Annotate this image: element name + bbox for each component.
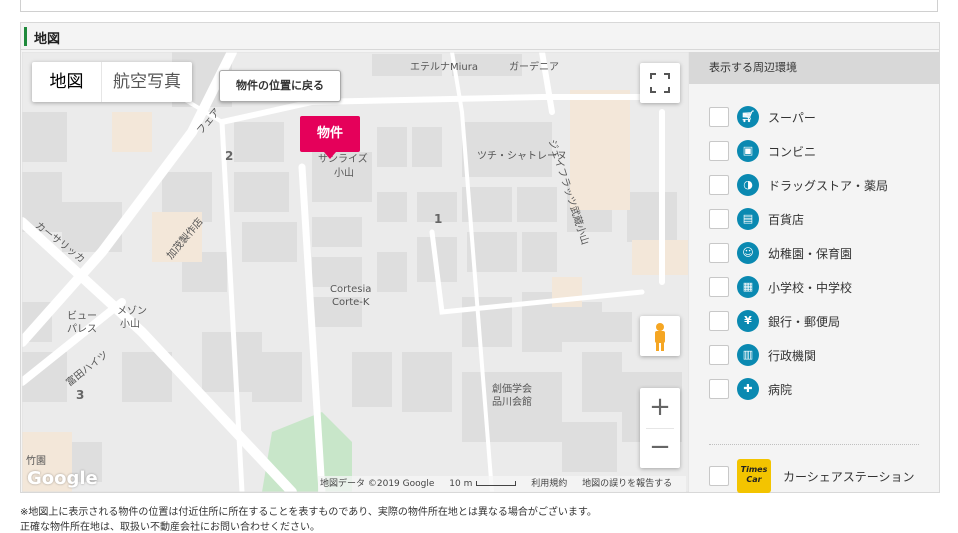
poi-option-convenience[interactable]: ▣ コンビニ [709, 139, 816, 163]
poi-label-kindergarten: 幼稚園・保育園 [768, 246, 853, 261]
street-view-button[interactable] [640, 316, 680, 356]
map-block-number-3: 3 [76, 388, 85, 402]
convenience-icon: ▣ [737, 140, 759, 162]
poi-checkbox-supermarket[interactable] [709, 107, 729, 127]
section-title: 地図 [34, 32, 61, 47]
poi-sidebar-header: 表示する周辺環境 [689, 52, 939, 84]
zoom-out-button[interactable]: − [640, 428, 680, 468]
map-attribution: 地図データ ©2019 Google 10 m 利用規約 地図の誤りを報告する [318, 476, 687, 492]
poi-option-government[interactable]: ▥ 行政機関 [709, 343, 816, 367]
map-section: 地図 エテルナMiura ガーデニア サンライズ 小山 ツチ・シャトレーヌ ジェ… [20, 22, 940, 493]
poi-checkbox-department-store[interactable] [709, 209, 729, 229]
poi-checkbox-government[interactable] [709, 345, 729, 365]
poi-label-carshare: カーシェアステーション [783, 469, 915, 484]
poi-checkbox-drugstore[interactable] [709, 175, 729, 195]
cart-icon: 🛒︎ [737, 106, 759, 128]
property-pin[interactable]: 物件 [300, 116, 360, 159]
map-canvas[interactable]: エテルナMiura ガーデニア サンライズ 小山 ツチ・シャトレーヌ ジェイフラ… [22, 52, 689, 492]
section-header: 地図 [21, 23, 939, 50]
poi-checkbox-hospital[interactable] [709, 379, 729, 399]
map-data-credit: 地図データ ©2019 Google [320, 479, 435, 489]
map-label-eterna: エテルナMiura [410, 62, 478, 73]
map-label-palace: パレス [67, 324, 97, 335]
map-type-satellite-button[interactable]: 航空写真 [102, 62, 192, 102]
government-icon: ▥ [737, 344, 759, 366]
poi-option-school[interactable]: ▦ 小学校・中学校 [709, 275, 852, 299]
terms-link[interactable]: 利用規約 [531, 479, 567, 489]
map-block-number-1: 1 [434, 212, 443, 226]
poi-checkbox-bank[interactable] [709, 311, 729, 331]
kindergarten-icon: ☺ [737, 242, 759, 264]
times-car-logo: Times Car [737, 459, 771, 493]
poi-option-carshare[interactable]: Times Car カーシェアステーション [709, 459, 915, 493]
poi-label-convenience: コンビニ [768, 144, 817, 159]
school-icon: ▦ [737, 276, 759, 298]
map-disclaimer-line-1: ※地図上に表示される物件の位置は付近住所に所在することを表すものであり、実際の物… [20, 507, 597, 518]
poi-sidebar: 表示する周辺環境 🛒︎ スーパー ▣ コンビニ ◑ ドラッグストア・薬局 ▤ 百… [689, 52, 939, 493]
map-label-takehara: 竹園 [26, 456, 46, 467]
pill-icon: ◑ [737, 174, 759, 196]
poi-label-school: 小学校・中学校 [768, 280, 853, 295]
map-block-number-2: 2 [225, 149, 234, 163]
poi-option-bank[interactable]: ¥ 銀行・郵便局 [709, 309, 840, 333]
poi-option-kindergarten[interactable]: ☺ 幼稚園・保育園 [709, 241, 852, 265]
bank-icon: ¥ [737, 310, 759, 332]
map-label-gardenia: ガーデニア [509, 62, 559, 73]
map-scale-bar [476, 481, 517, 486]
fullscreen-icon [650, 73, 670, 93]
map-disclaimer-line-2: 正確な物件所在地は、取扱い不動産会社にお問い合わせください。 [20, 522, 320, 533]
department-store-icon: ▤ [737, 208, 759, 230]
poi-option-supermarket[interactable]: 🛒︎ スーパー [709, 105, 816, 129]
map-type-map-button[interactable]: 地図 [32, 62, 102, 102]
zoom-divider [646, 428, 674, 429]
poi-label-government: 行政機関 [768, 348, 817, 363]
top-panel-edge [20, 0, 938, 12]
google-logo: Google [27, 468, 98, 489]
poi-label-supermarket: スーパー [768, 110, 816, 125]
back-to-property-button[interactable]: 物件の位置に戻る [219, 70, 341, 102]
map-scale-label: 10 m [449, 479, 473, 489]
poi-checkbox-school[interactable] [709, 277, 729, 297]
map-label-soka2: 品川会館 [492, 397, 532, 408]
poi-option-department-store[interactable]: ▤ 百貨店 [709, 207, 804, 231]
poi-checkbox-carshare[interactable] [709, 466, 729, 486]
map-label-meson-koyama: 小山 [120, 319, 140, 330]
poi-option-drugstore[interactable]: ◑ ドラッグストア・薬局 [709, 173, 888, 197]
map-scale: 10 m [449, 479, 517, 489]
section-accent-bar [24, 27, 27, 46]
map-label-cortek: Corte-K [332, 297, 370, 308]
map-type-toggle: 地図 航空写真 [32, 62, 192, 102]
poi-checkbox-convenience[interactable] [709, 141, 729, 161]
fullscreen-button[interactable] [640, 63, 680, 103]
map-label-koyama: 小山 [334, 168, 354, 179]
zoom-in-button[interactable]: + [640, 388, 680, 428]
poi-label-drugstore: ドラッグストア・薬局 [768, 178, 889, 193]
poi-divider [709, 444, 919, 445]
map-label-cortesia: Cortesia [330, 284, 372, 295]
zoom-control: + − [640, 388, 680, 468]
report-error-link[interactable]: 地図の誤りを報告する [582, 479, 672, 489]
hospital-icon: ✚ [737, 378, 759, 400]
poi-label-bank: 銀行・郵便局 [768, 314, 841, 329]
poi-label-hospital: 病院 [768, 382, 793, 397]
pegman-icon [655, 323, 665, 351]
poi-option-hospital[interactable]: ✚ 病院 [709, 377, 792, 401]
poi-label-department-store: 百貨店 [768, 212, 805, 227]
poi-checkbox-kindergarten[interactable] [709, 243, 729, 263]
